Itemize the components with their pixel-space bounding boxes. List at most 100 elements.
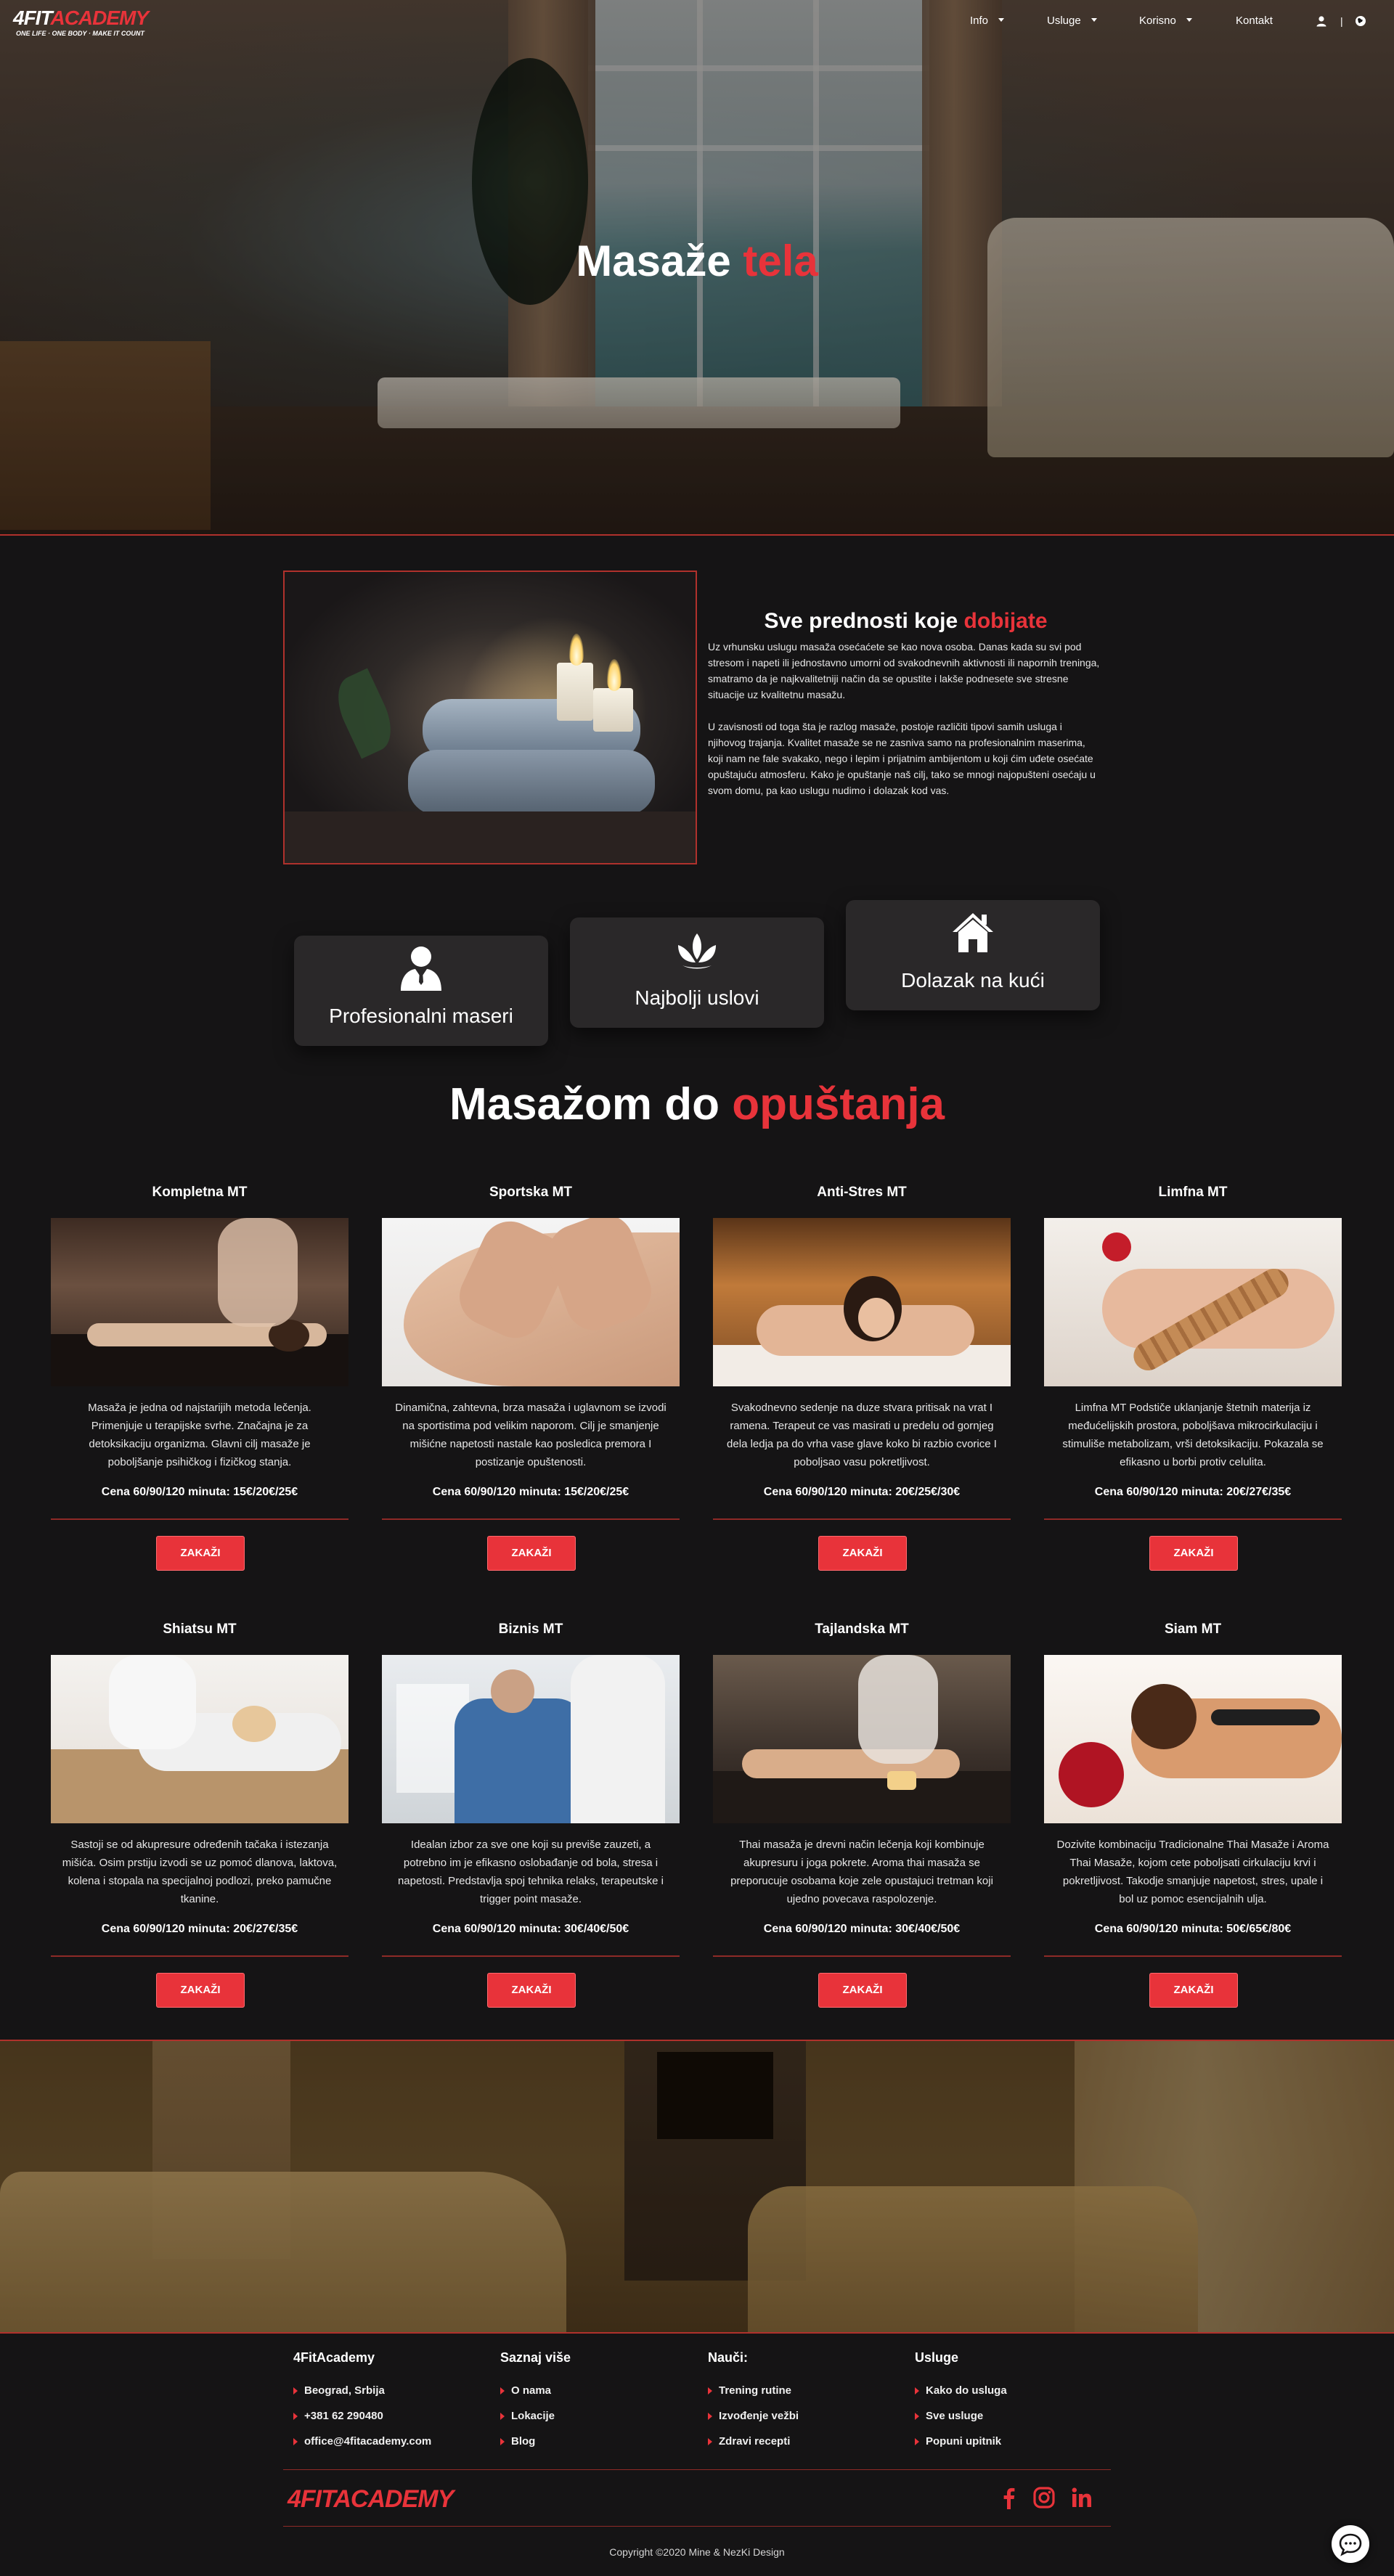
book-button[interactable]: ZAKAŽI [156, 1973, 245, 2008]
footer-link[interactable]: Blog [500, 2435, 689, 2461]
service-image [382, 1218, 680, 1386]
footer-link[interactable]: O nama [500, 2384, 689, 2410]
chat-bubble-icon [1339, 2533, 1362, 2556]
nav-item-info[interactable]: Info [970, 15, 1005, 27]
book-button[interactable]: ZAKAŽI [156, 1536, 245, 1571]
footer-link[interactable]: Zdravi recepti [708, 2435, 897, 2461]
about-title-main: Sve prednosti koje [764, 609, 958, 633]
service-image [713, 1218, 1011, 1386]
book-button[interactable]: ZAKAŽI [818, 1973, 907, 2008]
nav-item-korisno[interactable]: Korisno [1139, 15, 1192, 27]
service-image [1044, 1655, 1342, 1823]
feature-label: Profesionalni maseri [329, 1005, 513, 1027]
services-title-accent: opuštanja [732, 1079, 945, 1129]
footer-logo[interactable]: 4FITACADEMY [288, 2485, 454, 2514]
caret-down-icon [1186, 18, 1192, 22]
footer-link[interactable]: Popuni upitnik [915, 2435, 1104, 2461]
divider [51, 1955, 348, 1957]
service-image [1044, 1218, 1342, 1386]
nav-separator: | [1340, 15, 1343, 27]
footer-address: Beograd, Srbija [293, 2384, 482, 2410]
brand-logo[interactable]: 4FITACADEMY ONE LIFE · ONE BODY · MAKE I… [13, 7, 158, 41]
globe-icon[interactable] [1355, 15, 1366, 27]
footer-column-learn-more: Saznaj više O nama Lokacije Blog [500, 2350, 689, 2461]
chat-button[interactable] [1332, 2525, 1369, 2563]
facebook-icon[interactable] [998, 2486, 1021, 2509]
feature-label: Dolazak na kući [901, 969, 1045, 991]
book-button[interactable]: ZAKAŽI [487, 1973, 576, 2008]
service-price: Cena 60/90/120 minuta: 50€/65€/80€ [1094, 1923, 1292, 1935]
logo-text-red: ACADEMY [50, 7, 149, 29]
candles-towels-image [283, 571, 697, 864]
spa-room-banner [0, 2040, 1394, 2334]
service-description: Masaža je jedna od najstarijih metoda le… [88, 1402, 311, 1468]
divider [1044, 1955, 1342, 1957]
logo-tagline: ONE LIFE · ONE BODY · MAKE IT COUNT [16, 30, 144, 37]
footer-link[interactable]: Izvođenje vežbi [708, 2410, 897, 2435]
service-name: Biznis MT [498, 1622, 563, 1637]
about-title: Sve prednosti koje dobijate [704, 608, 1107, 634]
footer-divider [283, 2469, 1111, 2470]
divider [51, 1518, 348, 1520]
book-button[interactable]: ZAKAŽI [818, 1536, 907, 1571]
top-navbar: 4FITACADEMY ONE LIFE · ONE BODY · MAKE I… [0, 0, 1394, 44]
footer-phone-link[interactable]: +381 62 290480 [293, 2410, 482, 2435]
about-text: Uz vrhunsku uslugu masaža osećaćete se k… [708, 639, 1100, 814]
services-title-main: Masažom do [449, 1079, 720, 1129]
service-description: Idealan izbor za sve one koji su previše… [397, 1839, 664, 1905]
footer-column-learn: Nauči: Trening rutine Izvođenje vežbi Zd… [708, 2350, 897, 2461]
service-description: Limfna MT Podstiče uklanjanje štetnih ma… [1062, 1402, 1324, 1468]
caret-down-icon [998, 18, 1005, 22]
logo-text-white: 4FIT [13, 7, 51, 29]
service-image [51, 1218, 348, 1386]
person-icon [401, 946, 441, 991]
page-title: Masaže tela [0, 236, 1394, 287]
copyright-text: Copyright ©2020 Mine & NezKi Design [609, 2546, 785, 2558]
divider [382, 1955, 680, 1957]
title-main: Masaže [576, 237, 731, 285]
service-price: Cena 60/90/120 minuta: 20€/25€/30€ [763, 1486, 961, 1498]
page: 4FITACADEMY ONE LIFE · ONE BODY · MAKE I… [0, 0, 1394, 2576]
footer-column-services: Usluge Kako do usluga Sve usluge Popuni … [915, 2350, 1104, 2461]
nav-item-usluge[interactable]: Usluge [1047, 15, 1097, 27]
service-price: Cena 60/90/120 minuta: 15€/20€/25€ [432, 1486, 629, 1498]
book-button[interactable]: ZAKAŽI [1149, 1536, 1238, 1571]
service-description: Svakodnevno sedenje na duze stvara priti… [727, 1402, 997, 1468]
nav-item-label: Korisno [1139, 15, 1176, 27]
nav-item-label: Info [970, 15, 989, 27]
service-description: Dozivite kombinaciju Tradicionalne Thai … [1056, 1839, 1329, 1905]
instagram-icon[interactable] [1032, 2486, 1056, 2509]
nav-item-label: Usluge [1047, 15, 1081, 27]
linkedin-icon[interactable] [1070, 2486, 1093, 2509]
footer-column-title: Saznaj više [500, 2350, 571, 2365]
service-price: Cena 60/90/120 minuta: 20€/27€/35€ [101, 1923, 298, 1935]
service-description: Sastoji se od akupresure određenih tačak… [62, 1839, 338, 1905]
feature-card-professional: Profesionalni maseri [294, 936, 548, 1046]
services-title: Masažom do opuštanja [0, 1077, 1394, 1132]
house-icon [953, 913, 993, 952]
service-name: Tajlandska MT [815, 1622, 909, 1637]
footer-column-title: Usluge [915, 2350, 959, 2365]
footer-link[interactable]: Kako do usluga [915, 2384, 1104, 2410]
lotus-icon [678, 933, 716, 969]
footer-email-link[interactable]: office@4fitacademy.com [293, 2435, 482, 2461]
user-icon[interactable] [1316, 15, 1327, 27]
service-name: Siam MT [1164, 1622, 1222, 1637]
service-description: Dinamična, zahtevna, brza masaža i uglav… [395, 1402, 667, 1468]
book-button[interactable]: ZAKAŽI [1149, 1973, 1238, 2008]
caret-down-icon [1091, 18, 1097, 22]
service-description: Thai masaža je drevni način lečenja koji… [730, 1839, 993, 1905]
footer-link[interactable]: Lokacije [500, 2410, 689, 2435]
service-name: Sportska MT [489, 1185, 573, 1200]
nav-item-kontakt[interactable]: Kontakt [1236, 15, 1273, 27]
footer-column-title: Nauči: [708, 2350, 749, 2365]
footer-link[interactable]: Sve usluge [915, 2410, 1104, 2435]
service-name: Anti-Stres MT [817, 1185, 907, 1200]
service-price: Cena 60/90/120 minuta: 20€/27€/35€ [1094, 1486, 1292, 1498]
book-button[interactable]: ZAKAŽI [487, 1536, 576, 1571]
footer-column-company: 4FitAcademy Beograd, Srbija +381 62 2904… [293, 2350, 482, 2461]
footer-link[interactable]: Trening rutine [708, 2384, 897, 2410]
service-name: Limfna MT [1158, 1185, 1228, 1200]
service-price: Cena 60/90/120 minuta: 30€/40€/50€ [432, 1923, 629, 1935]
hero-banner: 4FITACADEMY ONE LIFE · ONE BODY · MAKE I… [0, 0, 1394, 536]
